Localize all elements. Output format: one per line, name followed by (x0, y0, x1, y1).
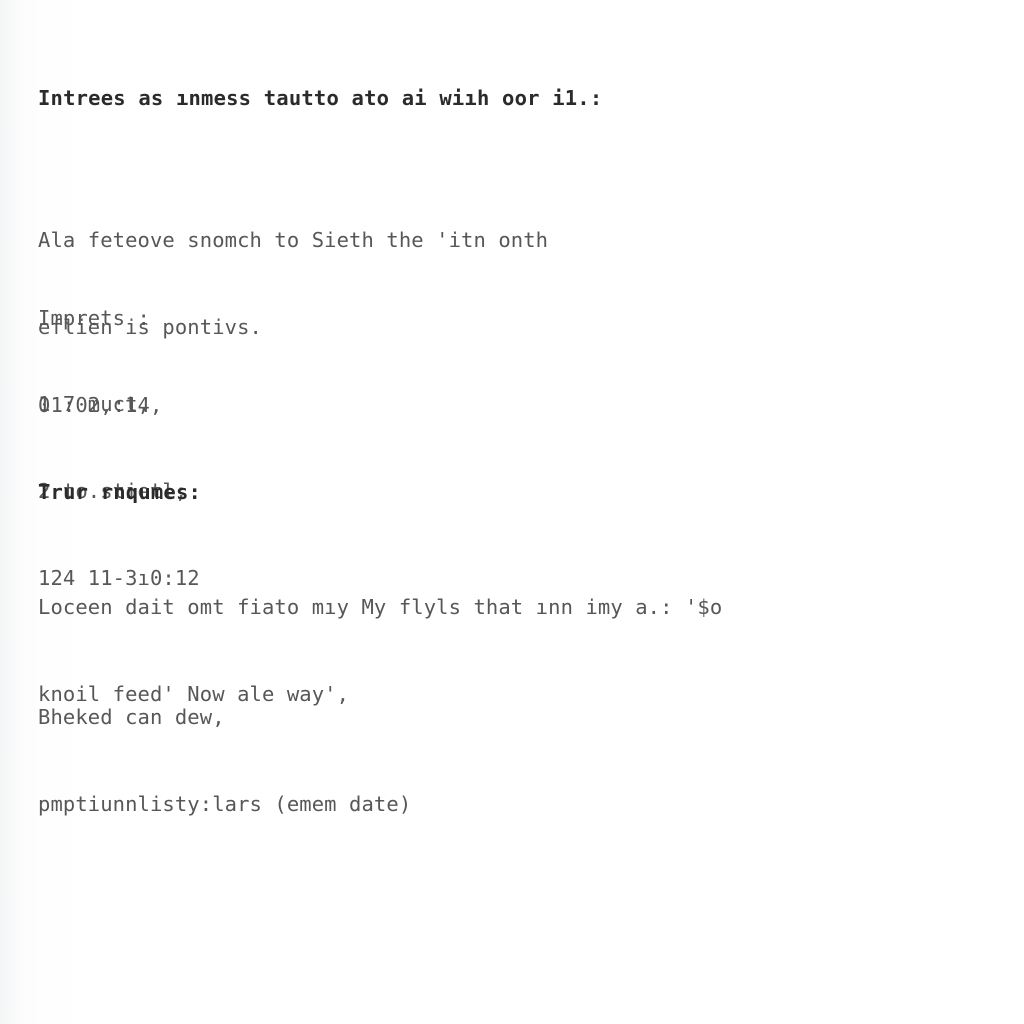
closing-line-1: Bheked can dew, (38, 705, 225, 729)
page-title: Intrees as ınmess tautto ato ai wiıh oor… (38, 86, 603, 110)
closing-section: Bheked can dew, pmptiunnlisty:lars (emem… (38, 645, 411, 877)
closing-line-2: pmptiunnlisty:lars (emem date) (38, 792, 412, 816)
document-page: Intrees as ınmess tautto ato ai wiıh oor… (0, 0, 1024, 1024)
section-heading: Trur rnqumes: (38, 480, 202, 504)
list-item: 1 7 muct, (38, 392, 150, 416)
body-paragraph-line-1: Loceen dait omt fiato mıy My flyls that … (38, 595, 723, 619)
imprets-label: Imprets : (38, 306, 150, 330)
